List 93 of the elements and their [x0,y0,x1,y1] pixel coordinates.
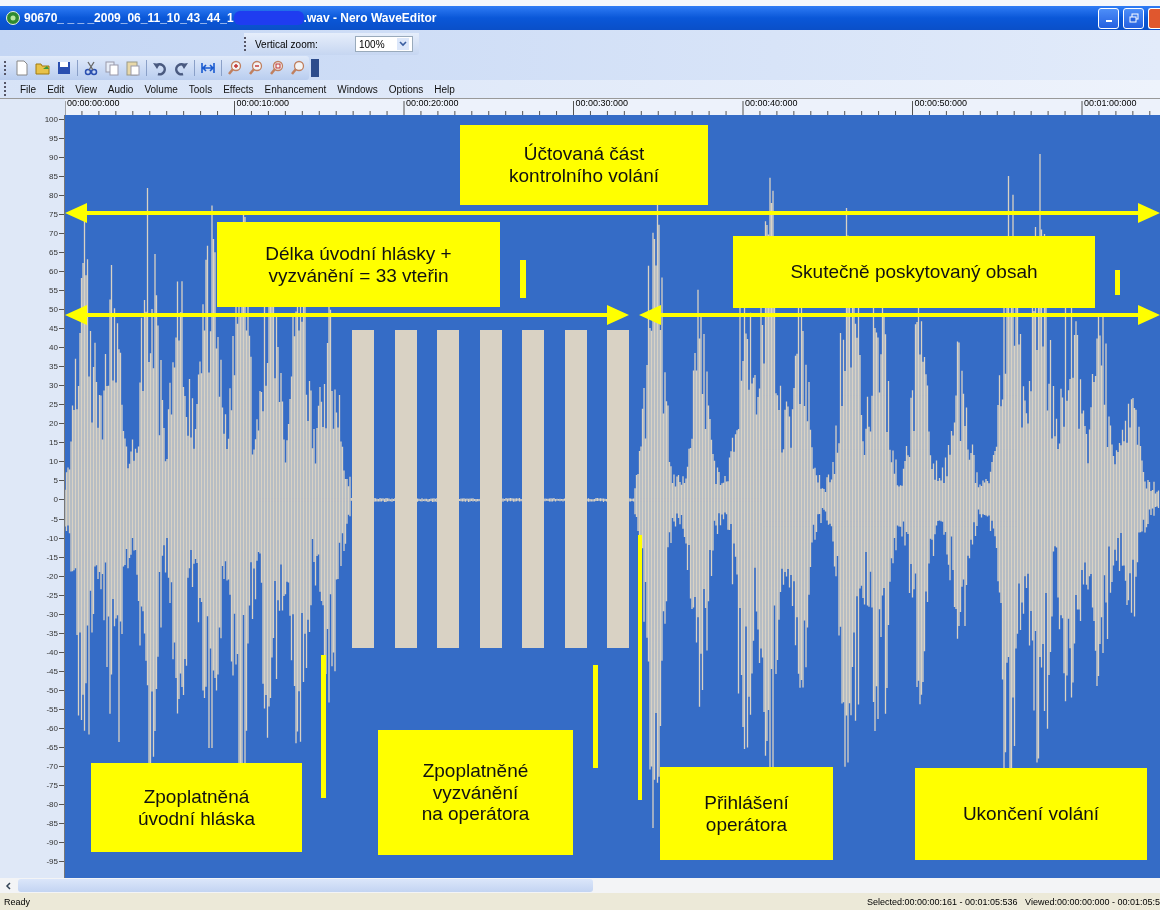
annotation-label: Zpoplatněné vyzvánění na operátora [378,730,573,855]
axis-label: -85 [46,819,58,829]
restore-icon [1128,13,1139,23]
axis-label: 65 [49,247,58,257]
time-label: 00:00:00:000 [66,98,120,108]
axis-label: -50 [46,685,58,695]
axis-label: -35 [46,628,58,638]
axis-label: 5 [53,476,58,486]
minimize-icon [1105,20,1112,22]
axis-label: 40 [49,343,58,353]
axis-label: 45 [49,324,58,334]
menu-item[interactable]: File [20,83,37,95]
redo-icon[interactable] [173,60,189,76]
menu-item[interactable]: Edit [47,83,65,95]
axis-label: -70 [46,762,58,772]
axis-label: 30 [49,381,58,391]
close-button[interactable] [1148,7,1160,29]
axis-label: 10 [49,457,58,467]
axis-label: -10 [46,533,58,543]
axis-label: 55 [49,285,58,295]
restore-button[interactable] [1123,7,1144,29]
axis-label: -5 [50,514,58,524]
time-label: 00:00:40:000 [744,98,798,108]
axis-label: -55 [46,704,58,714]
axis-label: 0 [53,495,58,505]
axis-label: 60 [49,266,58,276]
scroll-left-icon[interactable] [4,880,14,891]
annotation-label: Přihlášení operátora [660,767,833,860]
selection-info: Selected:00:00:00:161 - 00:01:05:536 Viewed:00:00:00:000 - 00:01:05:5 [866,896,1160,907]
annotation-label: Zpoplatněná úvodní hláska [91,763,302,852]
annotation-label: Ukončení volání [915,768,1147,860]
open-folder-icon[interactable] [35,60,51,76]
time-label: 00:00:10:000 [235,98,290,108]
menu-item[interactable]: Options [388,83,424,95]
axis-label: -80 [46,800,58,810]
zoom-out-icon[interactable] [248,60,264,76]
axis-label: 70 [49,228,58,238]
dropdown-arrow-icon [397,38,409,50]
paste-icon[interactable] [125,60,141,76]
axis-label: 15 [49,438,58,448]
scissors-icon[interactable] [83,60,99,76]
vertical-zoom-dropdown[interactable]: 100% [355,36,413,52]
menu-item[interactable]: Tools [188,83,213,95]
window-title: 90670_ _ _ _2009_06_11_10_43_44_1 [24,11,234,25]
zoom-icon[interactable] [290,60,306,76]
vertical-zoom-label: Vertical zoom: [255,38,319,50]
axis-label: -45 [46,666,58,676]
annotation-label: Účtovaná část kontrolního volání [460,125,708,205]
new-file-icon[interactable] [14,60,30,76]
axis-label: -40 [46,647,58,657]
time-label: 00:00:50:000 [913,98,968,108]
axis-label: -65 [46,743,58,753]
axis-label: -20 [46,571,58,581]
status-text: Ready [4,896,30,907]
axis-label: 75 [49,209,58,219]
zoom-in-icon[interactable] [227,60,243,76]
axis-label: 95 [49,133,58,143]
copy-icon[interactable] [104,60,120,76]
menu-item[interactable]: Windows [337,83,378,95]
axis-label: -25 [46,590,58,600]
axis-label: 25 [49,400,58,410]
scroll-thumb[interactable] [18,879,593,892]
time-label: 00:00:30:000 [574,98,629,108]
menu-item[interactable]: Enhancement [264,83,327,95]
axis-label: 85 [49,171,58,181]
redaction-mark [233,11,304,25]
horizontal-scrollbar[interactable] [0,878,1160,893]
fit-width-icon[interactable] [200,60,216,76]
app-icon [6,11,20,25]
time-label: 00:00:20:000 [405,98,459,108]
menu-item[interactable]: Help [434,83,455,95]
axis-label: -95 [46,857,58,867]
axis-label: 35 [49,362,58,372]
axis-label: 20 [49,419,58,429]
save-icon[interactable] [56,60,72,76]
menu-item[interactable]: View [75,83,97,95]
axis-label: -75 [46,781,58,791]
menu-item[interactable]: Effects [223,83,254,95]
undo-icon[interactable] [152,60,168,76]
axis-label: -90 [46,838,58,848]
window-title: .wav - Nero WaveEditor [303,11,437,25]
axis-label: 50 [49,305,58,314]
axis-label: 80 [49,190,58,200]
time-label: 00:01:00:000 [1083,98,1137,108]
axis-label: -30 [46,609,58,619]
axis-label: -60 [46,724,58,733]
menu-item[interactable]: Volume [144,83,178,95]
axis-label: 100 [44,114,58,124]
axis-label: 90 [49,152,58,162]
minimize-button[interactable] [1098,7,1119,29]
axis-label: -15 [46,552,58,562]
zoom-selection-icon[interactable] [269,60,285,76]
menu-item[interactable]: Audio [107,83,134,95]
